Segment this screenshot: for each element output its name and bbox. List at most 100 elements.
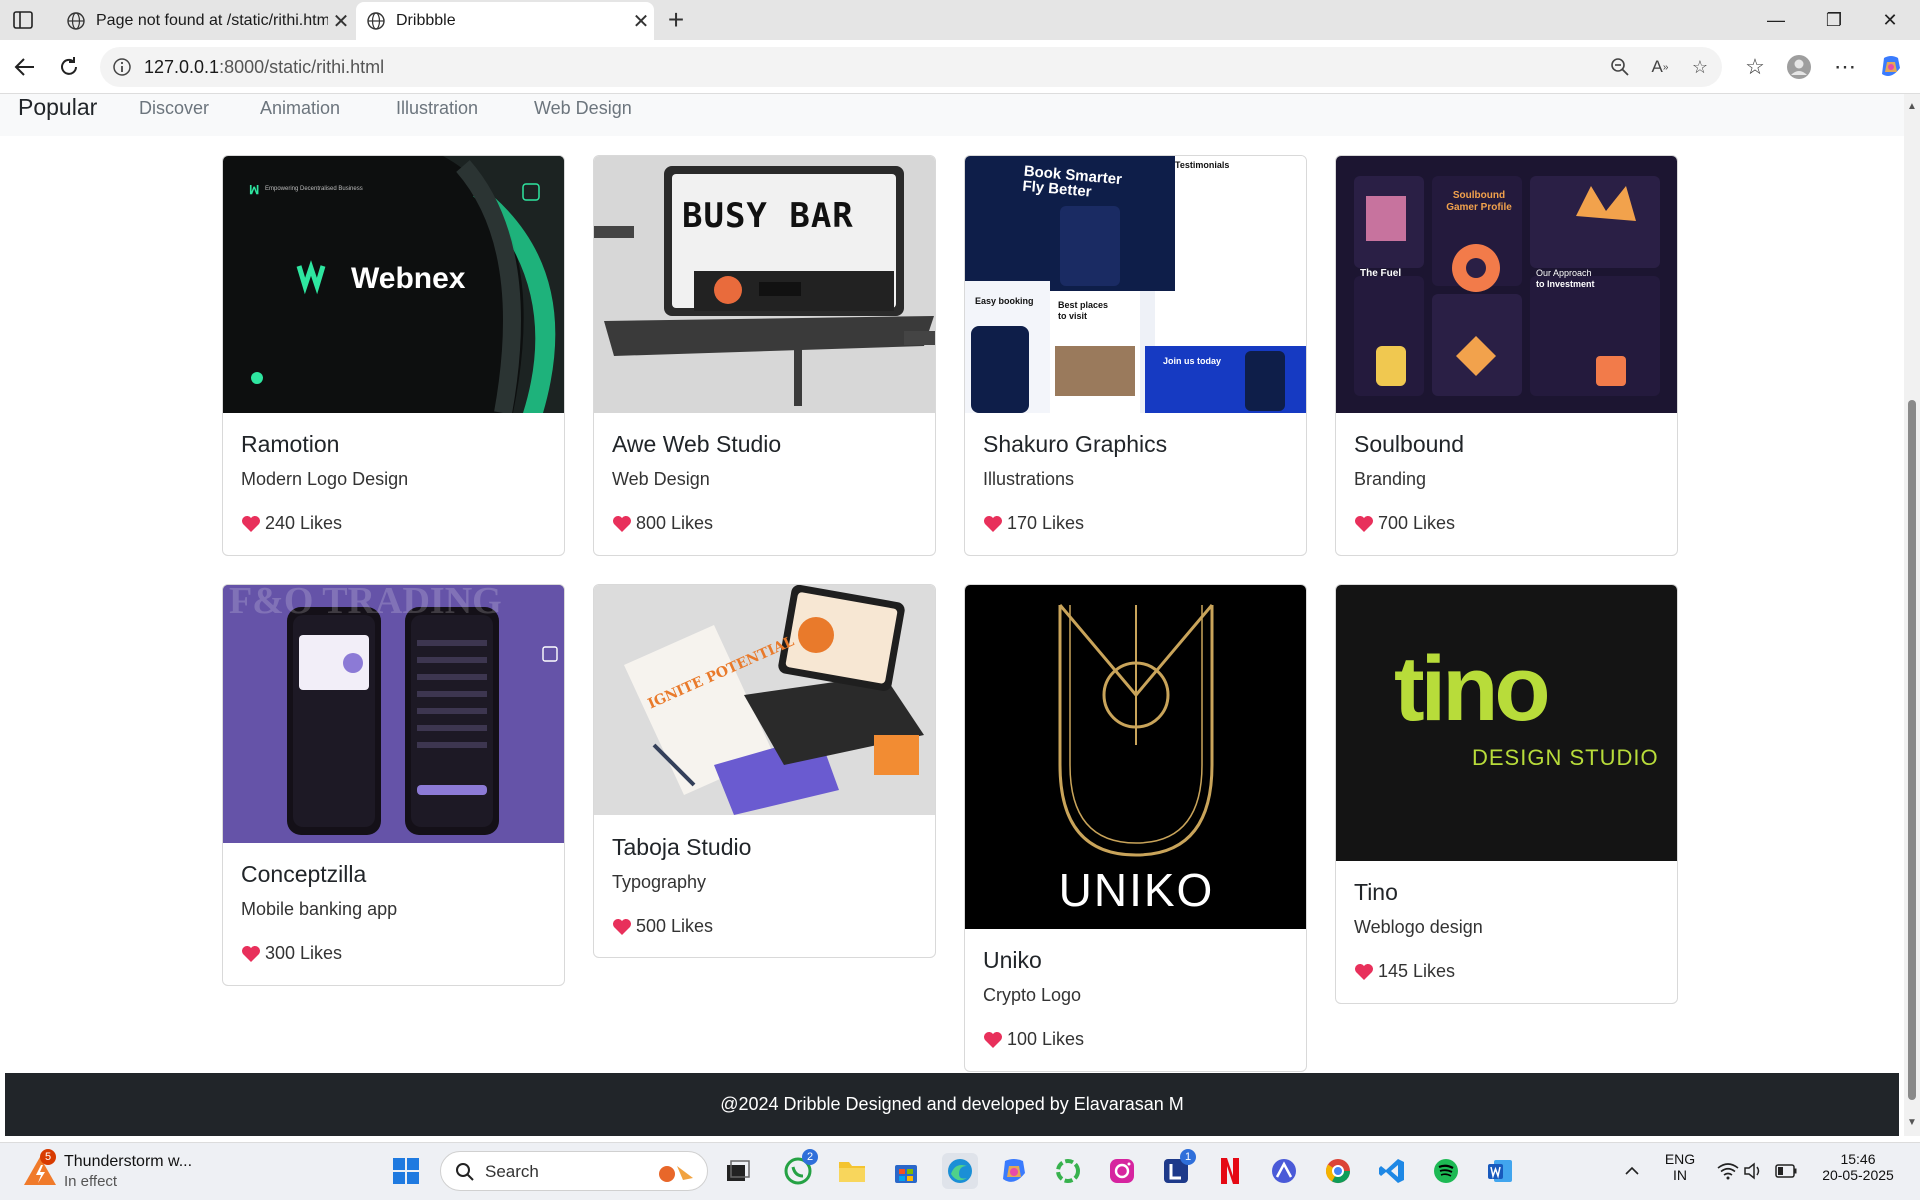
spotify-icon[interactable] (1428, 1153, 1464, 1189)
minimize-icon[interactable]: — (1748, 0, 1804, 40)
read-aloud-icon[interactable]: A» (1648, 55, 1672, 79)
card-title[interactable]: Ramotion (241, 431, 339, 458)
shot-card[interactable]: F&O TRADING Conceptzilla Mobile banking … (222, 584, 565, 986)
language-indicator[interactable]: ENG IN (1660, 1151, 1700, 1183)
vscode-icon[interactable] (1374, 1153, 1410, 1189)
tab-page-not-found[interactable]: Page not found at /static/rithi.htm ✕ (56, 2, 354, 40)
card-title[interactable]: Tino (1354, 879, 1398, 906)
task-view-icon[interactable] (720, 1153, 756, 1189)
scroll-up-arrow-icon[interactable]: ▲ (1907, 102, 1917, 112)
like-count-text: 800 Likes (636, 513, 714, 533)
chrome-icon[interactable] (1320, 1153, 1356, 1189)
volume-icon[interactable] (1736, 1153, 1772, 1189)
shot-thumbnail[interactable]: ꟽ Empowering Decentralised Business Webn… (223, 156, 564, 413)
word-icon[interactable] (1482, 1153, 1518, 1189)
l-app-icon[interactable]: 1 (1158, 1149, 1196, 1189)
heart-icon (613, 918, 631, 935)
microsoft-store-icon[interactable] (888, 1153, 924, 1189)
shot-card[interactable]: IGNITE POTENTIAL Taboja Studio Typograph… (593, 584, 936, 958)
close-tab-icon[interactable]: ✕ (628, 9, 654, 34)
instagram-icon[interactable] (1104, 1153, 1140, 1189)
copilot-app-icon[interactable] (996, 1153, 1032, 1189)
like-count-text: 500 Likes (636, 916, 714, 936)
taskbar-search[interactable]: Search (440, 1151, 708, 1191)
svg-text:Join us today: Join us today (1163, 356, 1221, 366)
shot-card[interactable]: BUSY BAR Awe Web Studio Web Design 800 L… (593, 155, 936, 556)
shot-thumbnail[interactable]: tino DESIGN STUDIO (1336, 585, 1677, 861)
weather-widget[interactable]: 5 Thunderstorm w... In effect (22, 1149, 222, 1195)
scrollbar-thumb[interactable] (1908, 400, 1916, 1100)
back-arrow-icon[interactable] (8, 50, 42, 84)
card-title[interactable]: Taboja Studio (612, 834, 751, 861)
site-info-icon[interactable] (112, 57, 132, 77)
card-subtitle: Modern Logo Design (241, 469, 409, 489)
like-count[interactable]: 800 Likes (612, 513, 713, 534)
card-title[interactable]: Uniko (983, 947, 1042, 974)
nav-animation[interactable]: Animation (260, 98, 340, 119)
shot-card[interactable]: UNIKO Uniko Crypto Logo 100 Likes (964, 584, 1307, 1072)
shot-thumbnail[interactable]: IGNITE POTENTIAL (594, 585, 935, 815)
card-subtitle: Crypto Logo (983, 985, 1082, 1005)
like-count[interactable]: 700 Likes (1354, 513, 1455, 534)
nav-discover[interactable]: Discover (139, 98, 209, 119)
whatsapp-icon[interactable]: 2 (780, 1149, 818, 1189)
svg-text:Best places: Best places (1058, 300, 1108, 310)
tab-bar: Page not found at /static/rithi.htm ✕ Dr… (0, 0, 1920, 40)
card-title[interactable]: Soulbound (1354, 431, 1464, 458)
heart-icon (242, 515, 260, 532)
netflix-icon[interactable] (1212, 1153, 1248, 1189)
nav-web-design[interactable]: Web Design (534, 98, 632, 119)
heart-icon (613, 515, 631, 532)
shot-card[interactable]: Testimonials Easy booking Best places to… (964, 155, 1307, 556)
card-title[interactable]: Awe Web Studio (612, 431, 781, 458)
arc-app-icon[interactable] (1266, 1153, 1302, 1189)
like-count-text: 170 Likes (1007, 513, 1085, 533)
zoom-out-icon[interactable] (1608, 55, 1632, 79)
scroll-down-arrow-icon[interactable]: ▼ (1907, 1118, 1917, 1128)
like-count[interactable]: 170 Likes (983, 513, 1084, 534)
svg-text:Easy booking: Easy booking (975, 296, 1034, 306)
shot-card[interactable]: ꟽ Empowering Decentralised Business Webn… (222, 155, 565, 556)
tab-dribbble[interactable]: Dribbble ✕ (356, 2, 654, 40)
like-count[interactable]: 240 Likes (241, 513, 342, 534)
clock[interactable]: 15:46 20-05-2025 (1810, 1151, 1906, 1183)
thumb-headline: Soulbound Gamer Profile (1446, 190, 1512, 213)
close-window-icon[interactable]: ✕ (1862, 0, 1918, 40)
windows-start-icon[interactable] (388, 1153, 424, 1189)
favorite-star-icon[interactable]: ☆ (1688, 55, 1712, 79)
like-count[interactable]: 100 Likes (983, 1029, 1084, 1050)
profile-avatar-icon[interactable] (1784, 52, 1814, 82)
copilot-icon[interactable] (1876, 52, 1906, 82)
favorites-icon[interactable]: ☆ (1740, 52, 1770, 82)
thumb-logo-text: BUSY BAR (682, 196, 854, 236)
shot-thumbnail[interactable]: The Fuel Our Approach to Investment Soul… (1336, 156, 1677, 413)
shot-thumbnail[interactable]: UNIKO (965, 585, 1306, 929)
sidebar-toggle-icon[interactable] (12, 9, 34, 31)
restore-icon[interactable]: ❐ (1806, 0, 1862, 40)
card-title[interactable]: Shakuro Graphics (983, 431, 1167, 458)
new-tab-plus-icon[interactable]: + (662, 6, 690, 34)
edge-browser-icon[interactable] (942, 1153, 978, 1189)
file-explorer-icon[interactable] (834, 1153, 870, 1189)
refresh-icon[interactable] (52, 50, 86, 84)
nav-illustration[interactable]: Illustration (396, 98, 478, 119)
shot-card[interactable]: tino DESIGN STUDIO Tino Weblogo design 1… (1335, 584, 1678, 1004)
battery-icon[interactable] (1768, 1153, 1804, 1189)
thumb-logo-text: tino (1394, 638, 1551, 740)
like-count[interactable]: 500 Likes (612, 916, 713, 937)
shot-card[interactable]: The Fuel Our Approach to Investment Soul… (1335, 155, 1678, 556)
close-tab-icon[interactable]: ✕ (328, 9, 354, 34)
shot-thumbnail[interactable]: Testimonials Easy booking Best places to… (965, 156, 1306, 413)
like-count[interactable]: 300 Likes (241, 943, 342, 964)
ring-app-icon[interactable] (1050, 1153, 1086, 1189)
nav-popular[interactable]: Popular (18, 94, 97, 121)
tray-chevron-up-icon[interactable] (1614, 1153, 1650, 1189)
address-bar[interactable]: 127.0.0.1:8000/static/rithi.html A» ☆ (100, 47, 1722, 87)
shot-thumbnail[interactable]: F&O TRADING (223, 585, 564, 843)
page-scrollbar[interactable]: ▲ ▼ (1904, 94, 1920, 1136)
more-menu-icon[interactable]: ⋯ (1830, 52, 1860, 82)
windows-taskbar: 5 Thunderstorm w... In effect Search 2 1 (0, 1142, 1920, 1200)
shot-thumbnail[interactable]: BUSY BAR (594, 156, 935, 413)
like-count[interactable]: 145 Likes (1354, 961, 1455, 982)
card-title[interactable]: Conceptzilla (241, 861, 366, 888)
